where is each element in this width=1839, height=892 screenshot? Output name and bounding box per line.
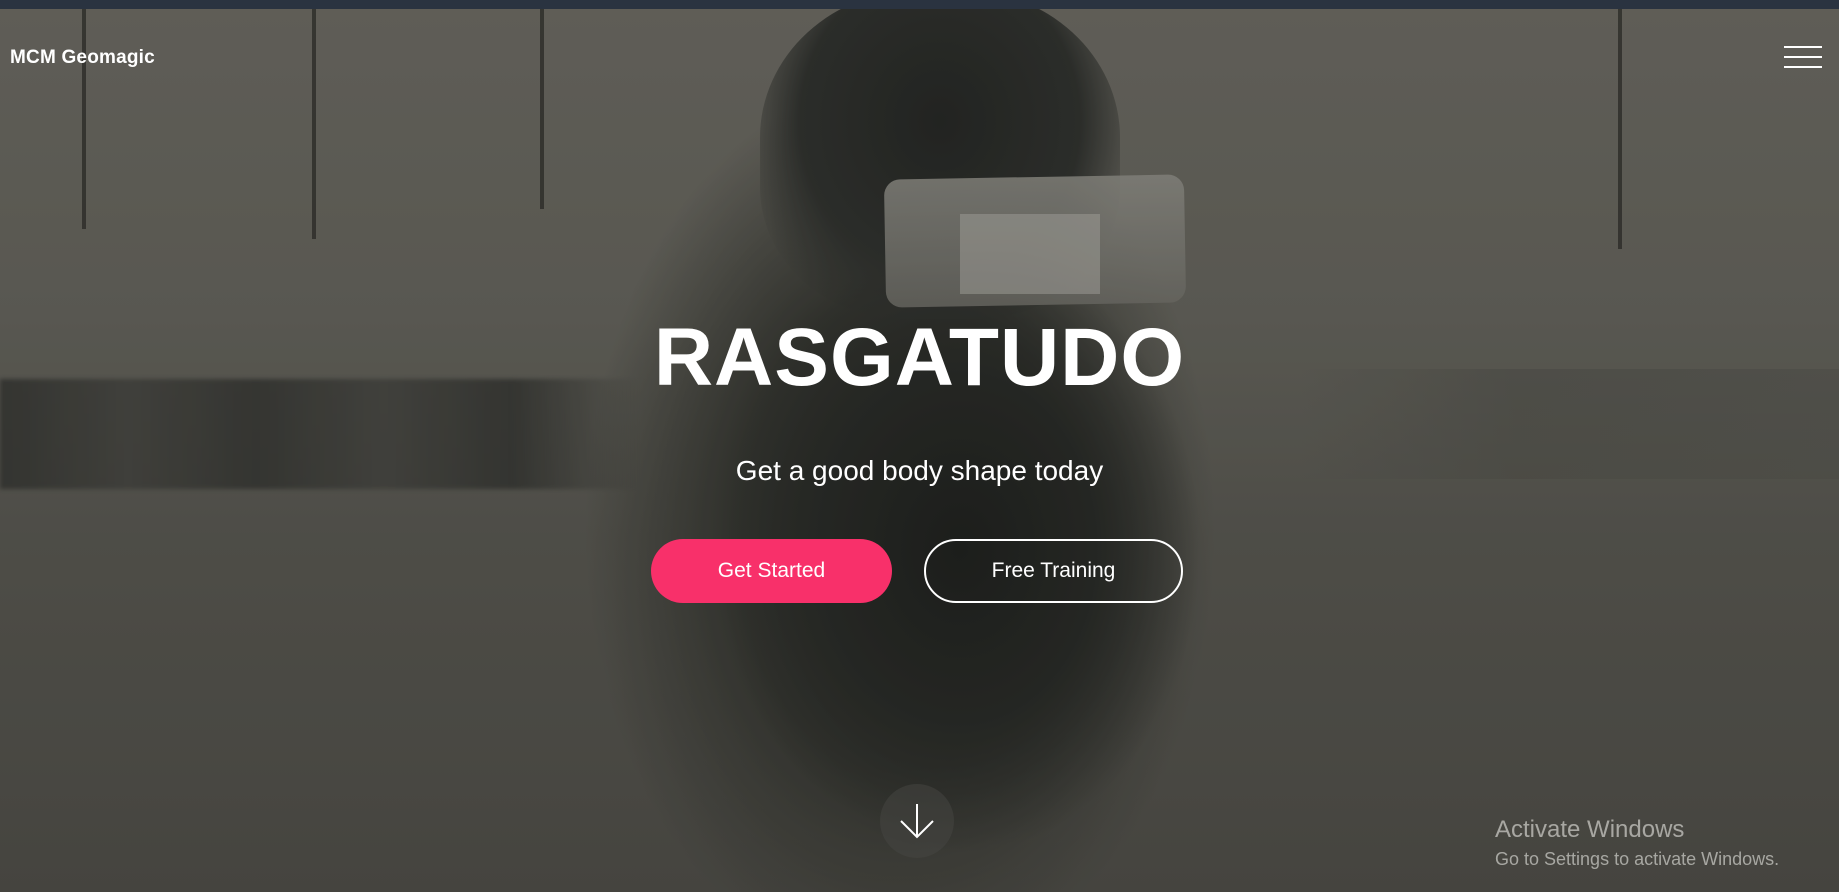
free-training-button[interactable]: Free Training [924, 539, 1183, 603]
activate-windows-watermark: Activate Windows Go to Settings to activ… [1495, 816, 1780, 870]
hero-section: MCM Geomagic RASGATUDO Get a good body s… [0, 9, 1839, 892]
hero-subtitle: Get a good body shape today [735, 455, 1104, 486]
hamburger-menu-icon[interactable] [1784, 46, 1822, 72]
watermark-subtitle: Go to Settings to activate Windows. [1495, 849, 1780, 870]
get-started-button[interactable]: Get Started [651, 539, 892, 603]
brand-logo[interactable]: MCM Geomagic [10, 47, 155, 69]
arrow-down-icon [900, 804, 934, 839]
scroll-down-button[interactable] [880, 784, 954, 858]
browser-top-strip [0, 0, 1839, 9]
hero-title: RASGATUDO [653, 312, 1186, 403]
watermark-title: Activate Windows [1495, 816, 1685, 843]
